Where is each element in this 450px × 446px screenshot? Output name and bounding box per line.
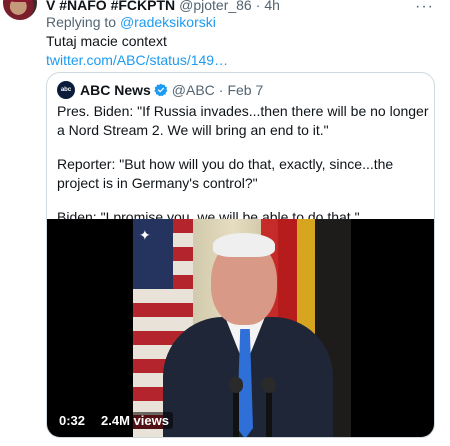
user-handle[interactable]: @pjoter_86 [179,0,252,13]
video-thumbnail: ✦ [133,219,351,437]
verified-badge-icon [154,83,168,97]
tweet-header: V #NAFO #FCKPTN @pjoter_86 · 4h [46,0,280,13]
separator-dot: · [255,0,261,13]
abc-news-logo: abc [57,81,75,99]
tweet-text: Tutaj macie context [46,33,167,49]
quoted-time[interactable]: Feb 7 [227,82,263,98]
video-player[interactable]: ✦ 0:32 2.4M views [47,219,434,437]
video-duration: 0:32 [55,412,90,429]
quoted-tweet-header: abc ABC News @ABC · Feb 7 [57,81,263,99]
video-meta: 0:32 2.4M views [55,412,173,429]
microphone-icon [229,377,243,393]
tweet-time[interactable]: 4h [264,0,280,13]
replying-prefix: Replying to [46,14,117,30]
replying-to-line: Replying to @radeksikorski [46,14,216,30]
display-name[interactable]: V #NAFO #FCKPTN [46,0,175,13]
microphone-stand [266,389,272,437]
quoted-tweet[interactable]: abc ABC News @ABC · Feb 7 Pres. Biden: "… [46,72,435,438]
replying-to-mention[interactable]: @radeksikorski [120,14,216,30]
quoted-handle[interactable]: @ABC [172,82,215,98]
beret-shape [5,0,35,2]
quote-paragraph: Pres. Biden: "If Russia invades...then t… [57,103,429,138]
quote-paragraph: Reporter: "But how will you do that, exa… [57,156,394,191]
hair-shape [213,233,275,257]
more-horizontal-icon[interactable]: ··· [415,0,434,16]
tweet-link[interactable]: twitter.com/ABC/status/149… [46,52,228,68]
video-views: 2.4M views [97,412,173,429]
separator-dot: · [218,82,224,98]
microphone-stand [233,389,239,437]
star-icon: ✦ [139,227,151,243]
quoted-display-name[interactable]: ABC News [80,82,151,98]
microphone-icon [262,377,276,393]
reply-tweet[interactable]: V #NAFO #FCKPTN @pjoter_86 · 4h ··· Repl… [0,0,450,446]
avatar[interactable] [3,0,37,20]
